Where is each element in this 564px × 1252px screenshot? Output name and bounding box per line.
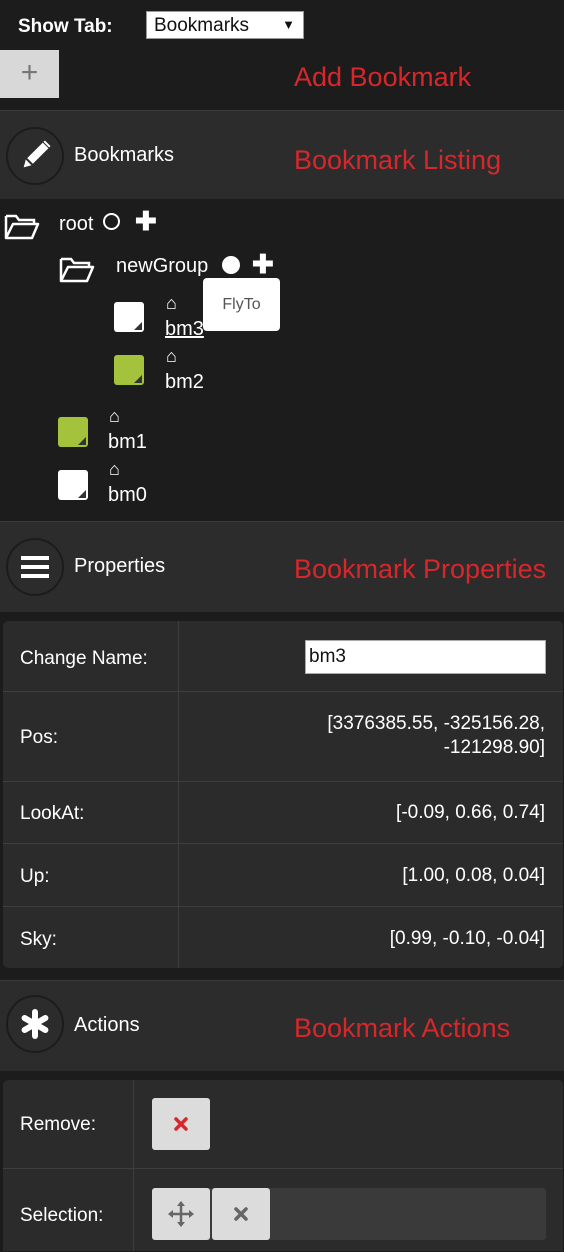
asterisk-icon xyxy=(6,995,64,1053)
up-label: Up: xyxy=(20,866,50,887)
bookmark-item[interactable]: bm0 xyxy=(108,484,147,507)
home-icon[interactable]: ⌂ xyxy=(166,346,177,367)
table-row: LookAt: [-0.09, 0.66, 0.74] xyxy=(3,781,563,844)
pos-value-line1: [3376385.55, -325156.28, xyxy=(327,713,545,734)
bookmark-actions-annotation: Bookmark Actions xyxy=(294,1013,511,1043)
bookmark-note-icon[interactable] xyxy=(114,355,144,385)
selection-label: Selection: xyxy=(20,1205,104,1226)
bookmark-note-icon[interactable] xyxy=(58,417,88,447)
bookmark-tree: root ✚ newGroup ✚ ⌂ bm3 FlyTo ⌂ bm2 ⌂ bm… xyxy=(0,198,564,520)
bookmark-properties-annotation: Bookmark Properties xyxy=(294,554,547,584)
bookmarks-section-header[interactable]: Bookmarks Bookmark Listing xyxy=(0,110,564,199)
close-icon xyxy=(234,1207,248,1221)
table-row: Change Name: bm3 xyxy=(3,621,563,691)
pos-value: [3376385.55, -325156.28, -121298.90] xyxy=(327,712,545,760)
name-input-value: bm3 xyxy=(309,646,346,667)
bookmark-item[interactable]: bm2 xyxy=(165,371,204,394)
pos-label: Pos: xyxy=(20,727,59,748)
open-folder-icon[interactable] xyxy=(4,212,40,245)
table-row: Up: [1.00, 0.08, 0.04] xyxy=(3,843,563,907)
bookmark-item[interactable]: bm1 xyxy=(108,431,147,454)
move-arrows-icon xyxy=(168,1201,194,1227)
name-input[interactable]: bm3 xyxy=(305,640,546,674)
table-row: Remove: xyxy=(3,1080,563,1168)
home-icon[interactable]: ⌂ xyxy=(166,293,177,314)
table-row: Selection: xyxy=(3,1168,563,1252)
tree-root-label[interactable]: root xyxy=(59,213,93,236)
show-tab-label: Show Tab: xyxy=(18,16,113,37)
add-bookmark-annotation: Add Bookmark xyxy=(294,62,472,92)
add-bookmark-button[interactable]: + xyxy=(0,50,59,98)
actions-section-title: Actions xyxy=(74,1014,140,1036)
pos-value-line2: -121298.90] xyxy=(443,737,545,758)
properties-section-title: Properties xyxy=(74,555,166,577)
home-icon[interactable]: ⌂ xyxy=(109,459,120,480)
actions-section-header[interactable]: Actions Bookmark Actions xyxy=(0,980,564,1071)
properties-table: Change Name: bm3 Pos: [3376385.55, -3251… xyxy=(3,621,563,968)
table-row: Sky: [0.99, -0.10, -0.04] xyxy=(3,906,563,969)
hamburger-icon xyxy=(6,538,64,596)
lookat-label: LookAt: xyxy=(20,803,85,824)
pencil-icon xyxy=(6,127,64,185)
bookmark-note-icon[interactable] xyxy=(58,470,88,500)
bookmarks-section-title: Bookmarks xyxy=(74,144,175,166)
tree-group-label[interactable]: newGroup xyxy=(116,255,208,278)
move-selection-button[interactable] xyxy=(152,1188,210,1240)
open-folder-icon[interactable] xyxy=(59,255,95,288)
remove-button[interactable] xyxy=(152,1098,210,1150)
dropdown-arrow-icon: ▼ xyxy=(282,17,295,32)
sky-value: [0.99, -0.10, -0.04] xyxy=(389,928,545,949)
change-name-label: Change Name: xyxy=(20,648,148,669)
home-icon[interactable]: ⌂ xyxy=(109,406,120,427)
lookat-value: [-0.09, 0.66, 0.74] xyxy=(396,802,545,823)
bookmark-listing-annotation: Bookmark Listing xyxy=(294,145,502,175)
tab-select-value: Bookmarks xyxy=(154,15,250,36)
up-value: [1.00, 0.08, 0.04] xyxy=(402,865,545,886)
close-icon xyxy=(174,1117,188,1131)
bookmark-item[interactable]: bm3 xyxy=(165,318,204,341)
clear-selection-button[interactable] xyxy=(212,1188,270,1240)
bookmark-note-icon[interactable] xyxy=(114,302,144,332)
table-row: Pos: [3376385.55, -325156.28, -121298.90… xyxy=(3,691,563,782)
remove-label: Remove: xyxy=(20,1114,97,1135)
flyto-tooltip: FlyTo xyxy=(203,278,280,331)
properties-section-header[interactable]: Properties Bookmark Properties xyxy=(0,521,564,612)
add-child-icon[interactable]: ✚ xyxy=(135,206,157,237)
add-child-icon[interactable]: ✚ xyxy=(252,249,274,280)
sky-label: Sky: xyxy=(20,929,57,950)
radio-filled-icon[interactable] xyxy=(222,256,240,274)
tab-select[interactable]: Bookmarks ▼ xyxy=(146,11,304,39)
radio-circle-icon[interactable] xyxy=(103,213,120,230)
actions-table: Remove: Selection: xyxy=(3,1080,563,1251)
